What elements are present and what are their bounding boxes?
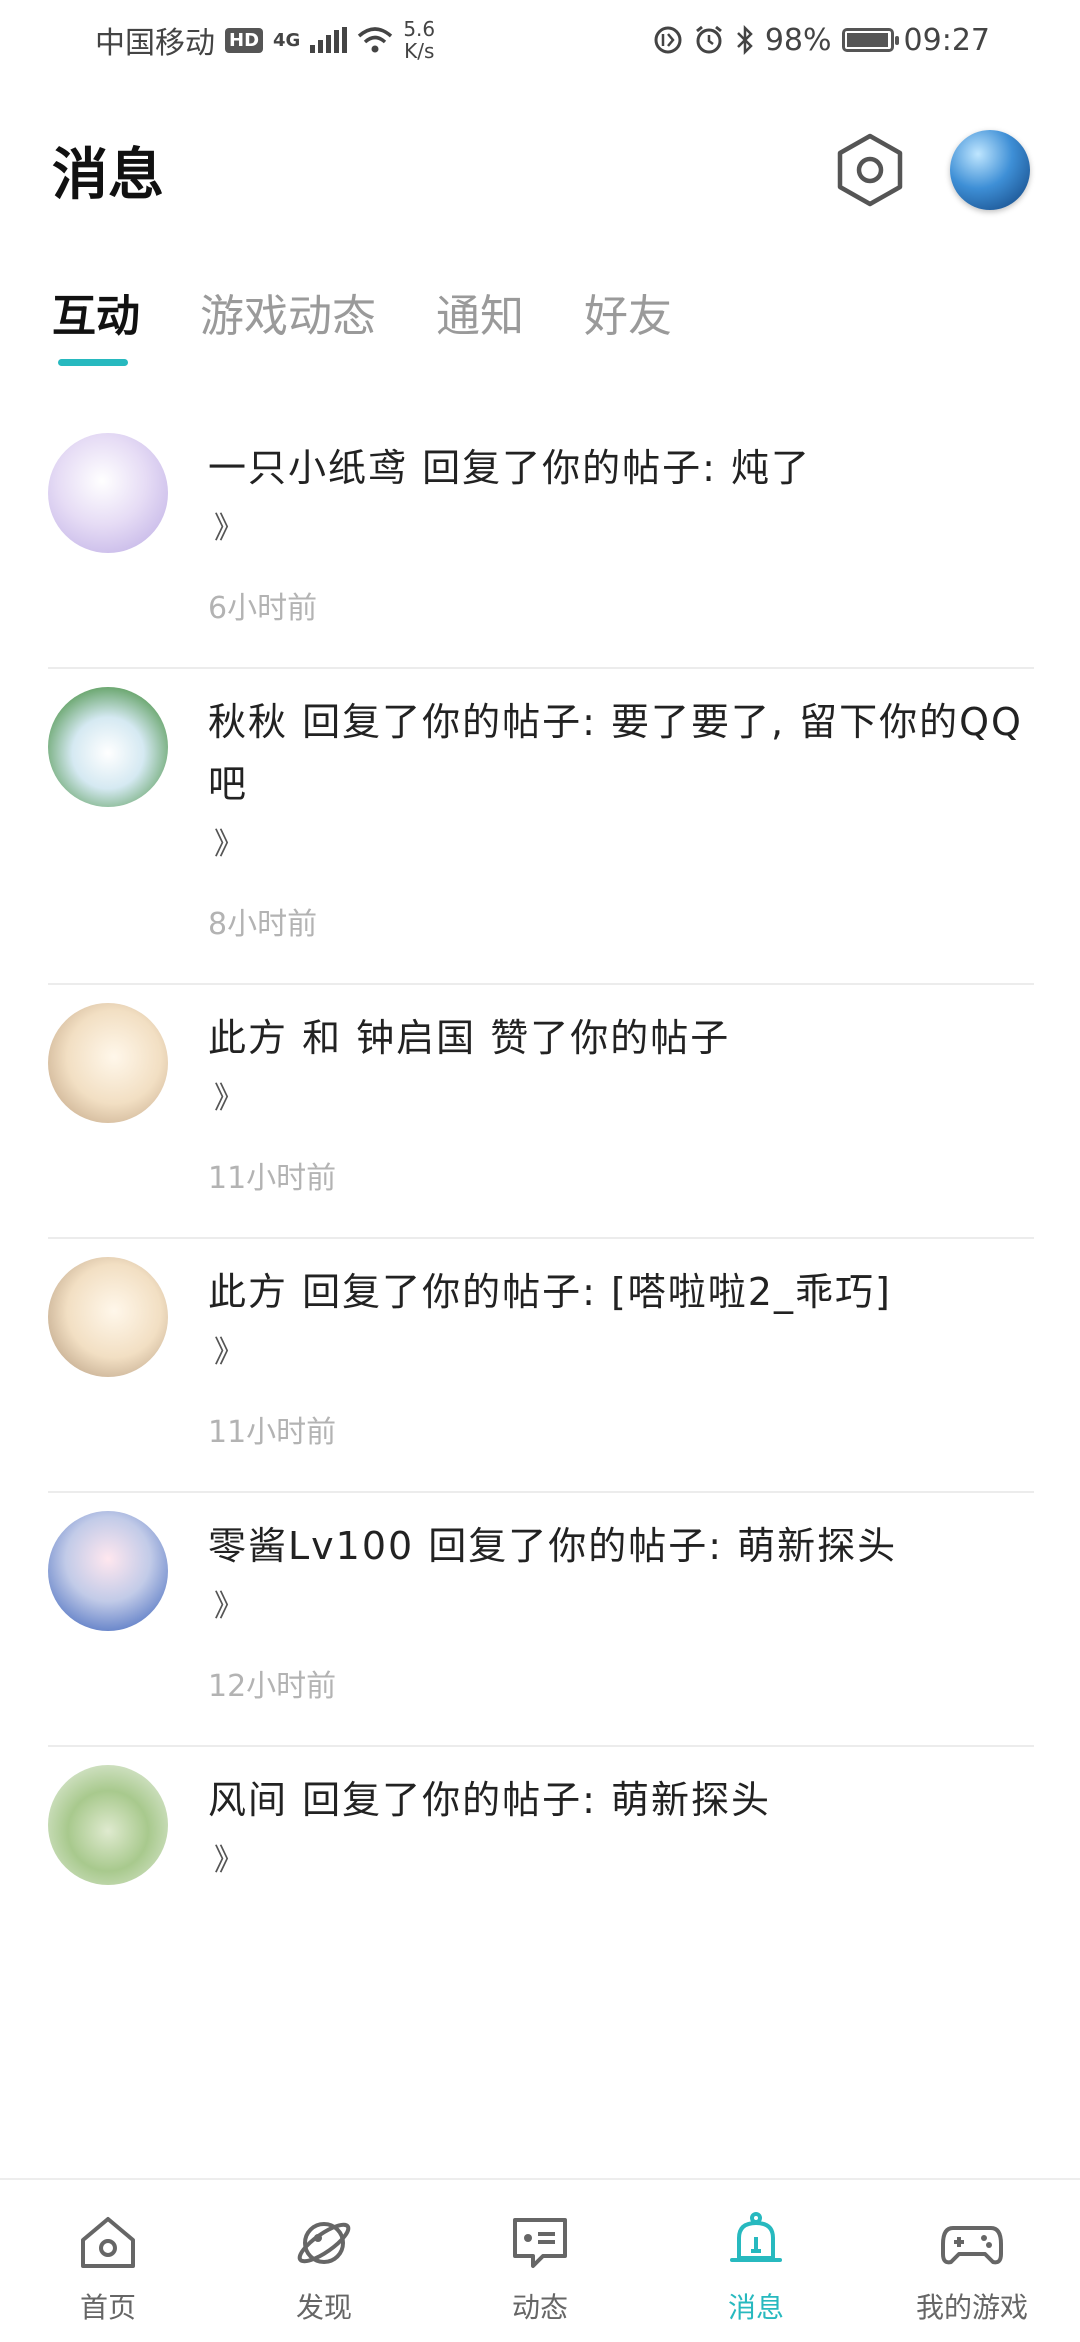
gamepad-icon (941, 2226, 1003, 2265)
message-time: 12小时前 (208, 1669, 337, 1704)
status-right: 98% 09:27 (653, 23, 990, 58)
battery-icon (841, 28, 899, 52)
sender-avatar[interactable] (48, 1511, 168, 1631)
bottom-nav: 首页 发现 动态 消息 我的游戏 (0, 2178, 1080, 2342)
message-item[interactable]: 零酱Lv100 回复了你的帖子: 萌新探头 》 12小时前 (48, 1493, 1034, 1747)
user-avatar[interactable] (950, 130, 1030, 210)
tab-game-updates[interactable]: 游戏动态 (200, 280, 376, 366)
message-text: 秋秋 回复了你的帖子: 要了要了, 留下你的QQ吧 (208, 700, 1023, 806)
tab-label: 好友 (584, 291, 672, 342)
message-item[interactable]: 风间 回复了你的帖子: 萌新探头 》 (48, 1747, 1034, 1955)
nav-label: 动态 (511, 2291, 568, 2324)
message-body: 此方 回复了你的帖子: [嗒啦啦2_乖巧] 》 11小时前 (208, 1257, 1034, 1451)
wifi-icon (358, 27, 393, 53)
carrier-name: 中国移动 (95, 26, 215, 61)
hd-call-icon (654, 26, 682, 54)
bell-icon (730, 2212, 782, 2262)
alarm-icon (695, 25, 722, 54)
sender-avatar[interactable] (48, 1003, 168, 1123)
net-speed: 5.6 K/s (403, 17, 436, 63)
message-body: 零酱Lv100 回复了你的帖子: 萌新探头 》 12小时前 (208, 1511, 1034, 1705)
message-tabs: 互动 游戏动态 通知 好友 (52, 280, 672, 366)
expand-chevron-icon[interactable]: 》 (208, 1841, 1034, 1881)
sender-avatar[interactable] (48, 1765, 168, 1885)
message-body: 风间 回复了你的帖子: 萌新探头 》 (208, 1765, 1034, 1915)
message-body: 此方 和 钟启国 赞了你的帖子 》 11小时前 (208, 1003, 1034, 1197)
message-body: 秋秋 回复了你的帖子: 要了要了, 留下你的QQ吧 》 8小时前 (208, 687, 1034, 943)
settings-button[interactable] (830, 130, 910, 210)
page-header: 消息 (0, 110, 1080, 230)
message-item[interactable]: 此方 回复了你的帖子: [嗒啦啦2_乖巧] 》 11小时前 (48, 1239, 1034, 1493)
message-item[interactable]: 秋秋 回复了你的帖子: 要了要了, 留下你的QQ吧 》 8小时前 (48, 669, 1034, 985)
message-time: 11小时前 (208, 1415, 337, 1450)
tab-notifications[interactable]: 通知 (436, 280, 524, 366)
tab-friends[interactable]: 好友 (584, 280, 672, 366)
nav-messages[interactable]: 消息 (656, 2180, 856, 2326)
tab-label: 互动 (52, 291, 140, 342)
tab-interaction[interactable]: 互动 (52, 280, 140, 366)
message-text: 此方 和 钟启国 赞了你的帖子 (208, 1016, 731, 1060)
nav-home[interactable]: 首页 (8, 2180, 208, 2326)
message-text: 一只小纸鸢 回复了你的帖子: 炖了 (208, 446, 811, 490)
message-time: 8小时前 (208, 907, 318, 942)
message-text: 风间 回复了你的帖子: 萌新探头 (208, 1778, 771, 1822)
nav-label: 消息 (727, 2291, 784, 2324)
sender-avatar[interactable] (48, 1257, 168, 1377)
nav-feed[interactable]: 动态 (440, 2180, 640, 2326)
page-title: 消息 (52, 142, 164, 208)
message-text: 零酱Lv100 回复了你的帖子: 萌新探头 (208, 1524, 898, 1568)
message-time: 11小时前 (208, 1161, 337, 1196)
chat-card-icon (513, 2218, 567, 2268)
expand-chevron-icon[interactable]: 》 (208, 1333, 1034, 1373)
settings-hexagon-icon (837, 133, 903, 207)
status-bar: 中国移动 HD 4G 5.6 K/s 98% 09:27 (0, 0, 1080, 80)
planet-icon (297, 2222, 351, 2264)
tab-label: 游戏动态 (200, 291, 376, 342)
header-actions (830, 130, 1030, 210)
battery-percent: 98% (764, 22, 832, 58)
signal-icon (310, 27, 348, 53)
message-time: 6小时前 (208, 591, 318, 626)
message-item[interactable]: 此方 和 钟启国 赞了你的帖子 》 11小时前 (48, 985, 1034, 1239)
battery-fill (846, 33, 888, 47)
expand-chevron-icon[interactable]: 》 (208, 1587, 1034, 1627)
hd-badge: HD (225, 27, 264, 53)
nav-discover[interactable]: 发现 (224, 2180, 424, 2326)
message-body: 一只小纸鸢 回复了你的帖子: 炖了 》 6小时前 (208, 433, 1034, 627)
message-text: 此方 回复了你的帖子: [嗒啦啦2_乖巧] (208, 1270, 892, 1314)
status-left: 中国移动 HD 4G 5.6 K/s (95, 18, 435, 62)
bluetooth-icon (736, 24, 753, 56)
message-list: 一只小纸鸢 回复了你的帖子: 炖了 》 6小时前 秋秋 回复了你的帖子: 要了要… (0, 415, 1080, 1955)
home-icon (81, 2217, 135, 2268)
sender-avatar[interactable] (48, 687, 168, 807)
nav-label: 我的游戏 (915, 2291, 1028, 2324)
sender-avatar[interactable] (48, 433, 168, 553)
network-type: 4G (273, 29, 301, 51)
expand-chevron-icon[interactable]: 》 (208, 509, 1034, 549)
expand-chevron-icon[interactable]: 》 (208, 825, 1034, 865)
active-tab-indicator (58, 359, 128, 366)
nav-my-games[interactable]: 我的游戏 (872, 2180, 1072, 2326)
clock: 09:27 (903, 22, 990, 58)
nav-label: 首页 (79, 2291, 136, 2324)
message-item[interactable]: 一只小纸鸢 回复了你的帖子: 炖了 》 6小时前 (48, 415, 1034, 669)
tab-label: 通知 (436, 291, 524, 342)
nav-label: 发现 (295, 2291, 352, 2324)
expand-chevron-icon[interactable]: 》 (208, 1079, 1034, 1119)
